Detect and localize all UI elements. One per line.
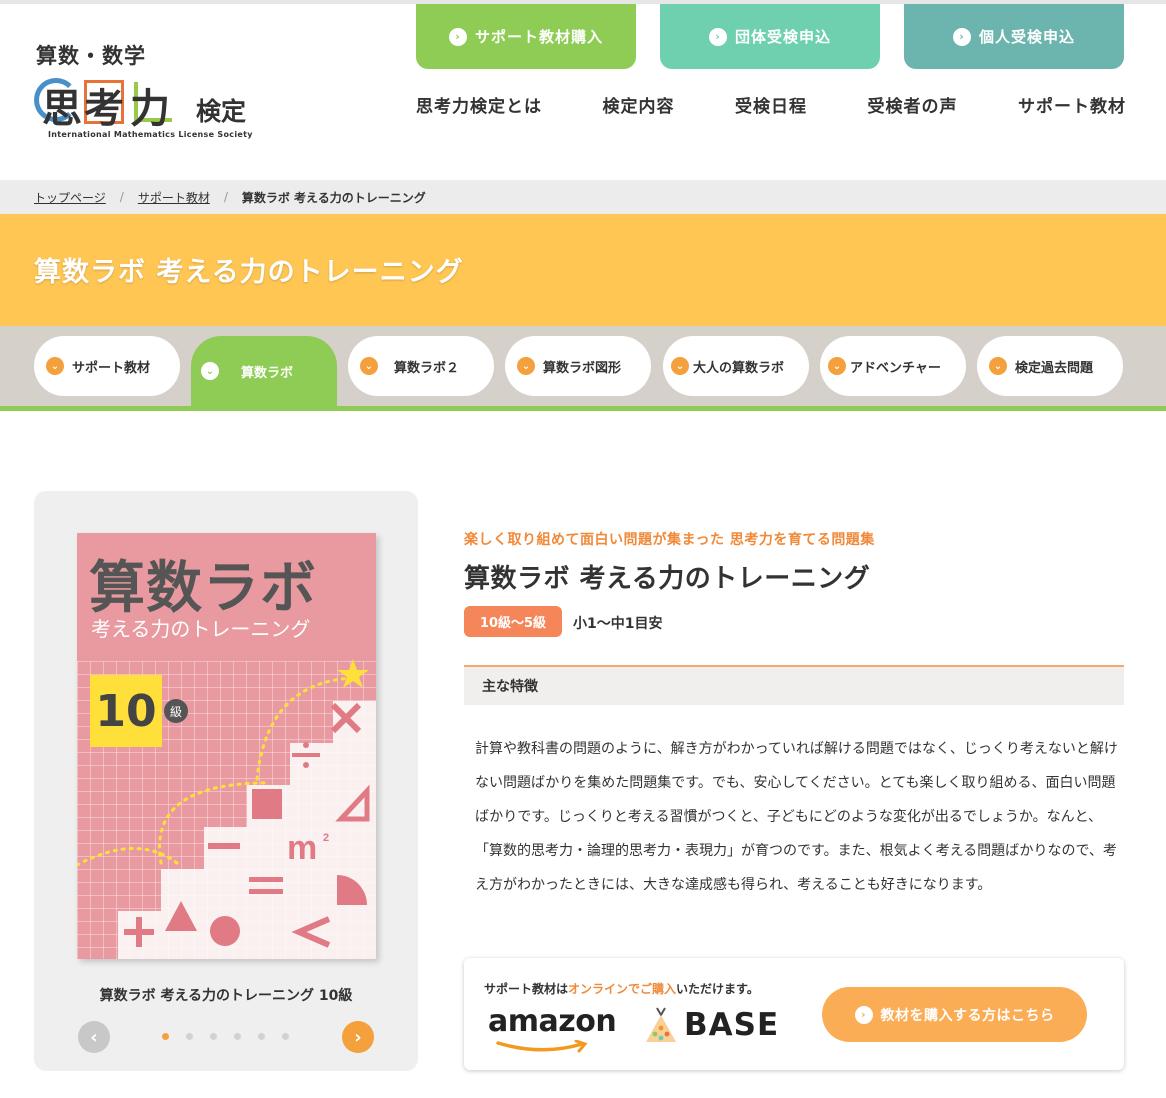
- individual-apply-button[interactable]: › 個人受検申込: [904, 4, 1124, 69]
- product-description: 計算や教科書の問題のように、解き方がわかっていれば解ける問題ではなく、じっくり考…: [475, 741, 1118, 893]
- cover-subtitle: 考える力のトレーニング: [91, 617, 311, 641]
- chevron-down-circle-icon: ⌄: [201, 362, 219, 380]
- support-purchase-label: サポート教材購入: [474, 28, 603, 46]
- logo-char-1: 思: [42, 86, 82, 132]
- breadcrumb-materials[interactable]: サポート教材: [138, 189, 210, 206]
- book-cover-image[interactable]: m 2 算数ラボ 考える力のトレーニング 10 級: [77, 533, 376, 959]
- tab-label: 大人の算数ラボ: [693, 360, 785, 376]
- logo-org-name: International Mathematics License Societ…: [48, 130, 253, 139]
- purchase-text-highlight: オンラインでご購入: [568, 982, 677, 996]
- logo-top-text: 算数・数学: [36, 44, 146, 68]
- tab-adult-sansu-lab[interactable]: ⌄ 大人の算数ラボ: [663, 336, 809, 396]
- chevron-right-circle-icon: ›: [854, 1005, 873, 1024]
- breadcrumb-separator: /: [119, 190, 124, 204]
- buy-materials-button[interactable]: › 教材を購入する方はこちら: [822, 987, 1087, 1042]
- product-title: 算数ラボ 考える力のトレーニング: [464, 564, 871, 594]
- cover-level-number: 10: [90, 675, 162, 747]
- chevron-right-circle-icon: ›: [448, 27, 467, 46]
- chevron-down-circle-icon: ⌄: [989, 357, 1007, 375]
- amazon-smile-icon: [496, 1040, 588, 1053]
- chevron-right-circle-icon: ›: [952, 27, 971, 46]
- tab-label: 算数ラボ図形: [543, 360, 622, 376]
- features-heading-label: 主な特徴: [482, 679, 538, 695]
- level-badge: 10級〜5級: [464, 606, 562, 637]
- group-apply-button[interactable]: › 団体受検申込: [660, 4, 880, 69]
- nav-voices[interactable]: 受検者の声: [868, 92, 958, 117]
- carousel-dots: [162, 1033, 289, 1040]
- nav-about[interactable]: 思考力検定とは: [416, 92, 542, 117]
- cover-level-unit: 級: [164, 699, 188, 723]
- chevron-down-circle-icon: ⌄: [360, 357, 378, 375]
- purchase-text: サポート教材はオンラインでご購入いただけます。: [484, 980, 759, 997]
- nav-materials[interactable]: サポート教材: [1018, 92, 1126, 117]
- chevron-right-circle-icon: ›: [708, 27, 727, 46]
- page-title: 算数ラボ 考える力のトレーニング: [34, 257, 464, 288]
- tab-label: サポート教材: [72, 360, 151, 376]
- support-purchase-button[interactable]: › サポート教材購入: [416, 4, 636, 69]
- breadcrumb-separator: /: [223, 190, 228, 204]
- main-nav: 思考力検定とは 検定内容 受検日程 受検者の声 サポート教材: [416, 92, 1126, 117]
- chevron-down-circle-icon: ⌄: [828, 357, 846, 375]
- tab-past-exams[interactable]: ⌄ 検定過去問題: [977, 336, 1123, 396]
- purchase-box: サポート教材はオンラインでご購入いただけます。 amazon BASE › 教材…: [464, 958, 1124, 1070]
- product-catchphrase: 楽しく取り組めて面白い問題が集まった 思考力を育てる問題集: [464, 532, 875, 548]
- cover-title: 算数ラボ: [89, 556, 317, 621]
- amazon-logo[interactable]: amazon: [488, 1004, 617, 1039]
- tab-sansu-lab-zukei[interactable]: ⌄ 算数ラボ図形: [505, 336, 651, 396]
- site-logo[interactable]: 算数・数学 思 考 力 検定 International Mathematics…: [34, 40, 264, 145]
- carousel-dot[interactable]: [258, 1033, 265, 1040]
- base-tent-icon: [646, 1007, 676, 1042]
- arrow-left-icon: ‹: [90, 1026, 98, 1048]
- chevron-down-circle-icon: ⌄: [671, 357, 689, 375]
- chevron-down-circle-icon: ⌄: [46, 357, 64, 375]
- carousel-dot[interactable]: [234, 1033, 241, 1040]
- nav-content[interactable]: 検定内容: [603, 92, 675, 117]
- logo-suffix: 検定: [196, 97, 247, 126]
- purchase-text-after: いただけます。: [676, 982, 759, 996]
- purchase-text-before: サポート教材は: [484, 982, 569, 996]
- breadcrumb-current: 算数ラボ 考える力のトレーニング: [241, 190, 426, 205]
- product-caption: 算数ラボ 考える力のトレーニング 10級: [99, 988, 353, 1004]
- tab-label: 算数ラボ: [241, 365, 294, 381]
- tab-label: 算数ラボ２: [394, 360, 460, 376]
- carousel-dot[interactable]: [210, 1033, 217, 1040]
- breadcrumb: トップページ / サポート教材 / 算数ラボ 考える力のトレーニング: [0, 180, 1166, 214]
- carousel-next-button[interactable]: ›: [342, 1021, 374, 1053]
- buy-materials-label: 教材を購入する方はこちら: [880, 1007, 1055, 1024]
- tab-support-materials[interactable]: ⌄ サポート教材: [34, 336, 180, 396]
- svg-text:2: 2: [323, 832, 329, 844]
- tab-sansu-lab[interactable]: ⌄ 算数ラボ: [191, 336, 337, 406]
- carousel-dot[interactable]: [186, 1033, 193, 1040]
- carousel-dot[interactable]: [282, 1033, 289, 1040]
- base-logo[interactable]: BASE: [644, 1006, 779, 1044]
- tab-sansu-lab-2[interactable]: ⌄ 算数ラボ２: [348, 336, 494, 396]
- tab-label: アドベンチャー: [850, 360, 941, 376]
- group-apply-label: 団体受検申込: [734, 28, 831, 46]
- level-note: 小1〜中1目安: [573, 616, 663, 632]
- logo-char-2: 考: [84, 86, 124, 132]
- features-heading: 主な特徴: [464, 665, 1124, 705]
- product-carousel: m 2 算数ラボ 考える力のトレーニング 10 級 算数ラボ 考える力のトレーニ…: [34, 491, 418, 1071]
- page-banner: 算数ラボ 考える力のトレーニング: [0, 214, 1166, 326]
- nav-schedule[interactable]: 受検日程: [735, 92, 807, 117]
- breadcrumb-home[interactable]: トップページ: [34, 189, 106, 206]
- carousel-prev-button[interactable]: ‹: [78, 1021, 110, 1053]
- tab-adventure[interactable]: ⌄ アドベンチャー: [820, 336, 966, 396]
- base-logo-text: BASE: [684, 1007, 780, 1043]
- logo-char-3: 力: [130, 86, 170, 132]
- tab-label: 検定過去問題: [1015, 360, 1094, 376]
- carousel-dot[interactable]: [162, 1033, 169, 1040]
- arrow-right-icon: ›: [354, 1026, 362, 1048]
- individual-apply-label: 個人受検申込: [978, 28, 1075, 46]
- svg-text:m: m: [287, 829, 317, 867]
- chevron-down-circle-icon: ⌄: [517, 357, 535, 375]
- tab-underline: [0, 406, 1166, 411]
